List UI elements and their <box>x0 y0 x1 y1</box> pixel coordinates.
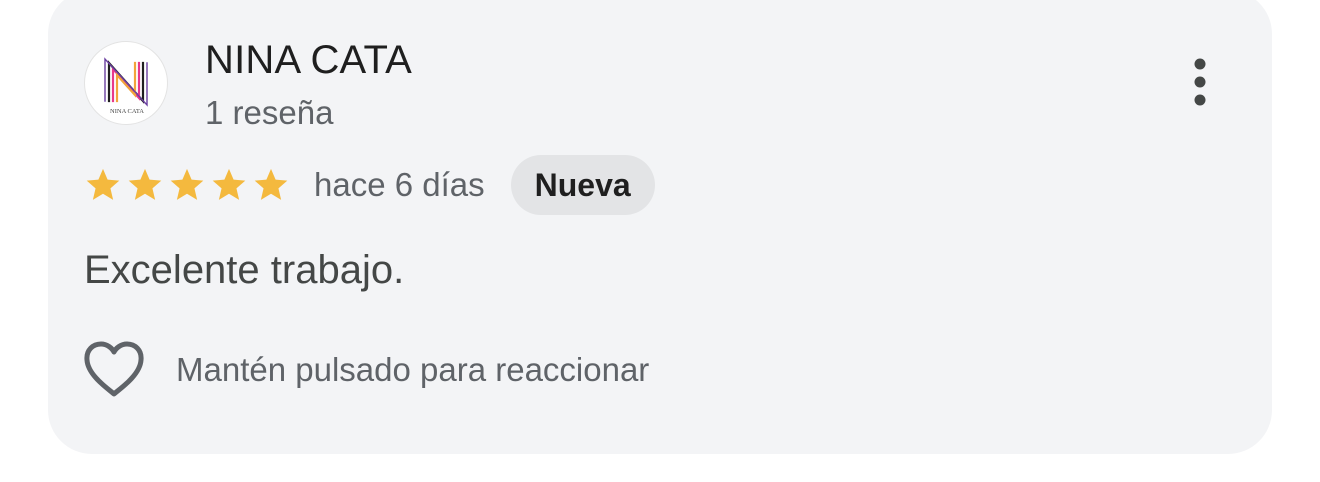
review-count: 1 reseña <box>205 94 334 131</box>
nina-cata-logo: NINA CATA <box>104 57 148 115</box>
star-icon <box>86 168 120 200</box>
rating-row: hace 6 días Nueva <box>84 155 655 215</box>
star-icon <box>128 168 162 200</box>
star-icon <box>254 168 288 200</box>
more-vert-icon <box>1194 58 1206 106</box>
react-hint: Mantén pulsado para reaccionar <box>176 351 650 388</box>
author-name[interactable]: NINA CATA <box>205 38 412 83</box>
review-text: Excelente trabajo. <box>84 248 405 292</box>
star-icon <box>212 168 246 200</box>
review-date: hace 6 días <box>314 166 485 203</box>
avatar[interactable]: NINA CATA <box>84 41 168 125</box>
star-rating <box>84 166 290 204</box>
logo-caption: NINA CATA <box>110 108 144 115</box>
heart-outline-icon <box>84 341 144 397</box>
star-icon <box>170 168 204 200</box>
new-badge: Nueva <box>510 155 655 215</box>
react-button[interactable]: Mantén pulsado para reaccionar <box>82 340 649 400</box>
more-options-button[interactable] <box>1180 52 1220 112</box>
